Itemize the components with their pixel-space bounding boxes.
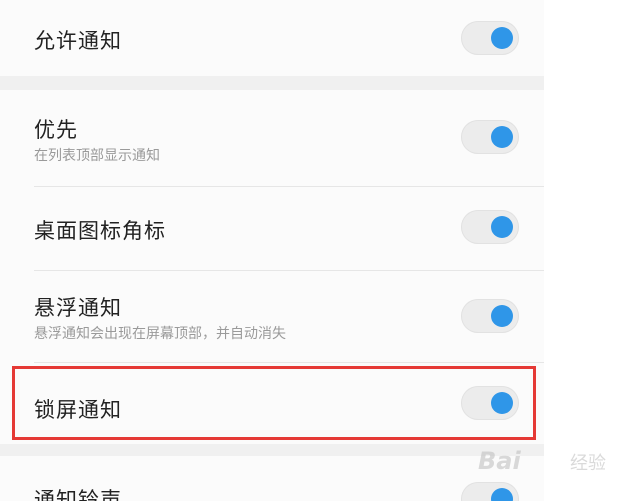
toggle-knob xyxy=(491,126,513,148)
setting-row-notification-ringtone[interactable]: 通知铃声 xyxy=(0,456,544,501)
allow-notifications-toggle[interactable] xyxy=(461,21,519,55)
setting-subtitle: 在列表顶部显示通知 xyxy=(34,148,160,164)
watermark-text: 经验 xyxy=(570,453,606,474)
lockscreen-highlight-box xyxy=(12,366,536,440)
toggle-knob xyxy=(491,216,513,238)
notification-ringtone-toggle[interactable] xyxy=(461,482,519,501)
setting-title: 桌面图标角标 xyxy=(34,219,166,243)
right-margin xyxy=(544,0,629,501)
setting-row-priority[interactable]: 优先 在列表顶部显示通知 xyxy=(0,90,544,188)
setting-row-desktop-badge[interactable]: 桌面图标角标 xyxy=(0,188,544,272)
setting-subtitle: 悬浮通知会出现在屏幕顶部，并自动消失 xyxy=(34,326,286,342)
group-separator xyxy=(0,444,544,456)
setting-title: 悬浮通知 xyxy=(34,296,122,320)
setting-title: 通知铃声 xyxy=(34,488,122,501)
floating-notifications-toggle[interactable] xyxy=(461,299,519,333)
setting-title: 优先 xyxy=(34,118,78,142)
divider xyxy=(34,186,544,187)
setting-title: 允许通知 xyxy=(34,29,122,53)
desktop-badge-toggle[interactable] xyxy=(461,210,519,244)
divider xyxy=(34,362,544,363)
group-separator xyxy=(0,76,544,90)
baidu-jingyan-watermark: Bai 经验 xyxy=(478,443,618,483)
toggle-knob xyxy=(491,27,513,49)
notification-settings-screen: 允许通知 优先 在列表顶部显示通知 桌面图标角标 悬浮通知 悬浮通知会出现在屏幕… xyxy=(0,0,629,501)
toggle-knob xyxy=(491,488,513,501)
priority-toggle[interactable] xyxy=(461,120,519,154)
setting-row-floating-notifications[interactable]: 悬浮通知 悬浮通知会出现在屏幕顶部，并自动消失 xyxy=(0,272,544,364)
divider xyxy=(34,270,544,271)
toggle-knob xyxy=(491,305,513,327)
watermark-brand: Bai xyxy=(478,447,521,475)
setting-row-allow-notifications[interactable]: 允许通知 xyxy=(0,0,544,76)
